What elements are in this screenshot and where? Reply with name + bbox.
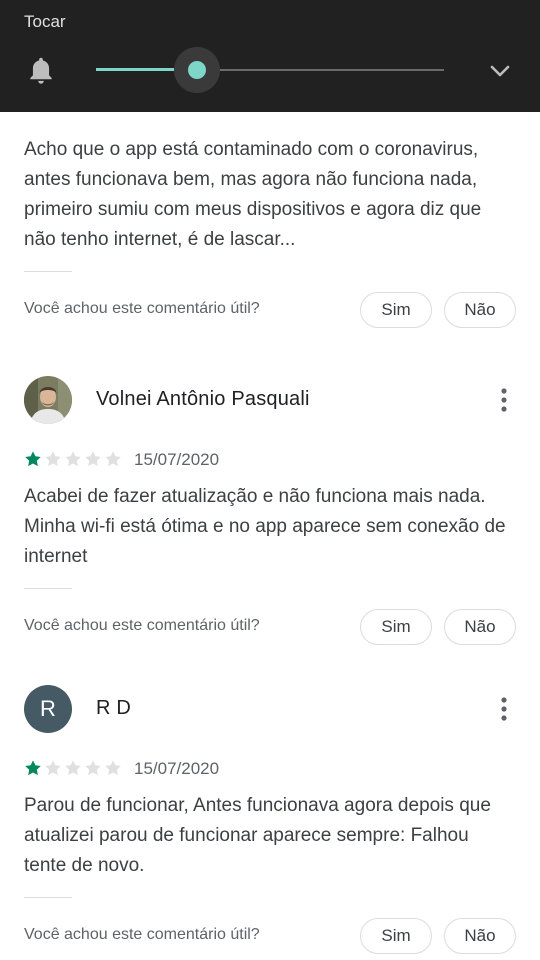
star-filled-icon bbox=[25, 451, 41, 467]
review-text: Acho que o app está contaminado com o co… bbox=[24, 139, 482, 250]
review-author-row: R R D bbox=[0, 685, 540, 733]
helpful-row: Você achou este comentário útil? Sim Não bbox=[0, 290, 540, 330]
avatar-photo bbox=[24, 376, 72, 424]
helpful-row: Você achou este comentário útil? Sim Não bbox=[0, 916, 540, 956]
helpful-yes-button[interactable]: Sim bbox=[360, 918, 432, 954]
star-empty-icon bbox=[105, 760, 121, 776]
star-empty-icon bbox=[45, 451, 61, 467]
review-author-row: Volnei Antônio Pasquali bbox=[0, 376, 540, 424]
avatar: R bbox=[24, 685, 72, 733]
bell-icon[interactable] bbox=[27, 56, 55, 86]
review-card: Volnei Antônio Pasquali 15/07/2020 Acabe… bbox=[0, 330, 540, 647]
divider bbox=[24, 271, 72, 272]
star-empty-icon bbox=[85, 451, 101, 467]
star-rating bbox=[24, 450, 124, 470]
star-empty-icon bbox=[65, 760, 81, 776]
reviews-list: Acho que o app está contaminado com o co… bbox=[0, 112, 540, 956]
helpful-question: Você achou este comentário útil? bbox=[24, 300, 260, 317]
helpful-no-button[interactable]: Não bbox=[444, 918, 516, 954]
star-empty-icon bbox=[105, 451, 121, 467]
slider-thumb[interactable] bbox=[187, 61, 206, 79]
more-options-icon[interactable] bbox=[490, 386, 518, 414]
helpful-no-button[interactable]: Não bbox=[444, 609, 516, 645]
star-rating bbox=[24, 759, 124, 779]
star-empty-icon bbox=[45, 760, 61, 776]
helpful-yes-button[interactable]: Sim bbox=[360, 609, 432, 645]
review-card: Acho que o app está contaminado com o co… bbox=[0, 112, 540, 330]
helpful-question: Você achou este comentário útil? bbox=[24, 926, 260, 943]
review-text: Acabei de fazer atualização e não funcio… bbox=[24, 486, 506, 567]
avatar bbox=[24, 376, 72, 424]
divider bbox=[24, 588, 72, 589]
star-filled-icon bbox=[25, 760, 41, 776]
review-rating-row: 15/07/2020 bbox=[0, 448, 540, 472]
review-author-name: R D bbox=[96, 697, 132, 719]
review-rating-row: 15/07/2020 bbox=[0, 757, 540, 781]
chevron-down-icon[interactable] bbox=[486, 58, 514, 84]
volume-panel: Tocar bbox=[0, 0, 540, 112]
volume-slider[interactable] bbox=[96, 47, 444, 93]
review-date: 15/07/2020 bbox=[134, 759, 220, 778]
volume-stream-label: Tocar bbox=[24, 12, 66, 31]
helpful-yes-button[interactable]: Sim bbox=[360, 292, 432, 328]
review-author-name: Volnei Antônio Pasquali bbox=[96, 388, 310, 410]
more-options-icon[interactable] bbox=[490, 695, 518, 723]
review-card: R R D 15/07/2020 Parou de funcionar, Ant… bbox=[0, 647, 540, 956]
helpful-no-button[interactable]: Não bbox=[444, 292, 516, 328]
helpful-question: Você achou este comentário útil? bbox=[24, 617, 260, 634]
star-empty-icon bbox=[65, 451, 81, 467]
divider bbox=[24, 897, 72, 898]
review-text: Parou de funcionar, Antes funcionava ago… bbox=[24, 795, 491, 876]
helpful-row: Você achou este comentário útil? Sim Não bbox=[0, 607, 540, 647]
star-empty-icon bbox=[85, 760, 101, 776]
review-date: 15/07/2020 bbox=[134, 450, 220, 469]
